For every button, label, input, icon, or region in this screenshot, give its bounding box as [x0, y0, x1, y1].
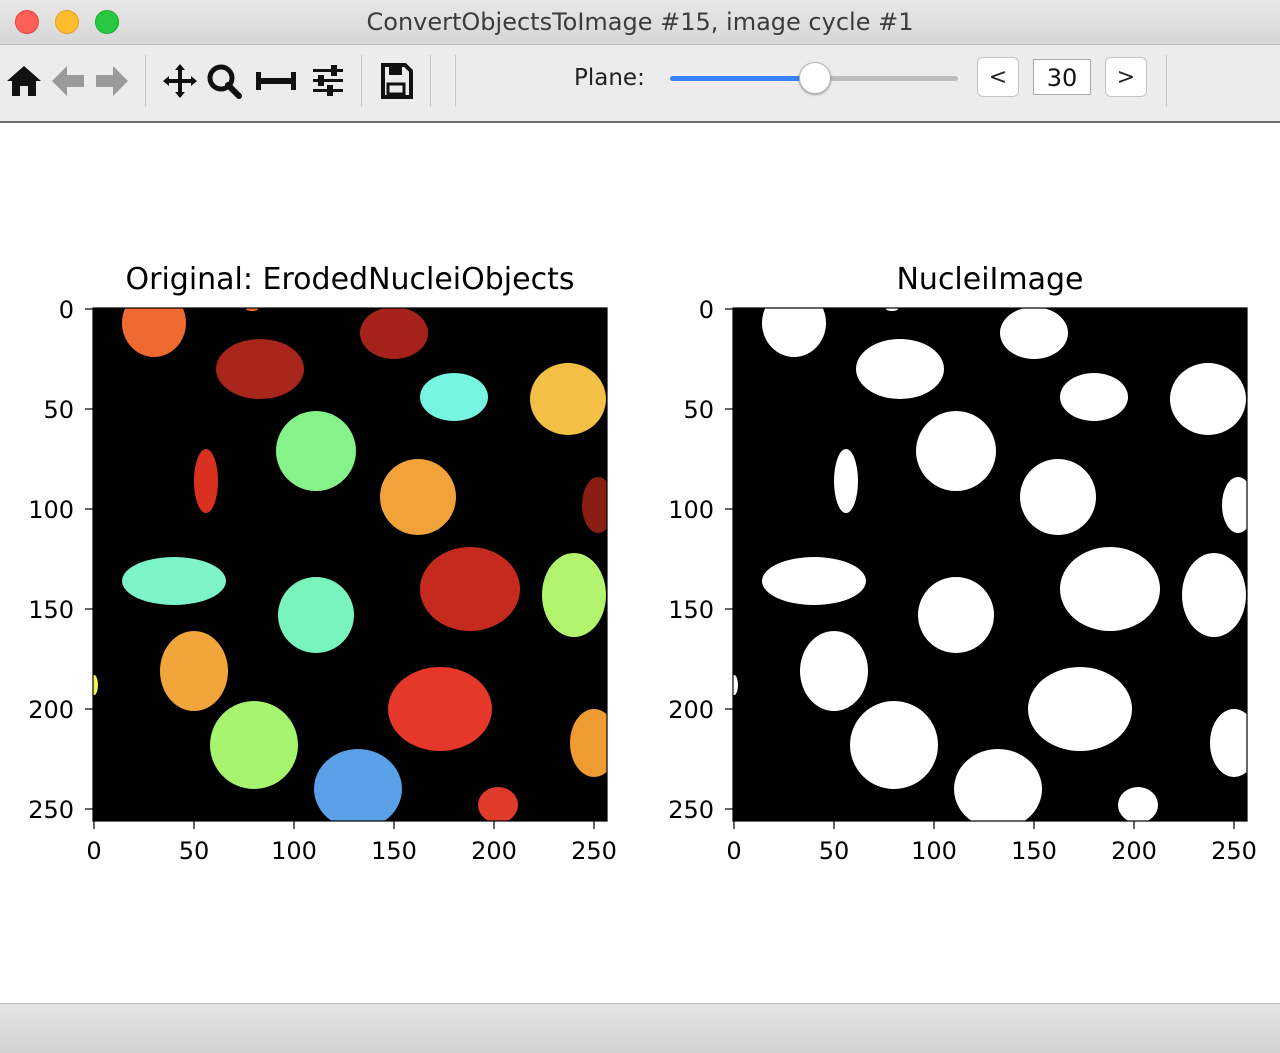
y-tick-label: 50: [683, 396, 714, 424]
toolbar-separator: [430, 55, 431, 107]
plane-slider-knob[interactable]: [799, 62, 831, 94]
x-tick-label: 100: [271, 837, 317, 865]
labeled-object: [530, 363, 606, 435]
y-tick-label: 100: [28, 496, 74, 524]
x-tick-label: 0: [726, 837, 741, 865]
x-tick-label: 200: [471, 837, 517, 865]
labeled-object: [570, 709, 607, 777]
y-tick-label: 50: [43, 396, 74, 424]
figure-canvas: Original: ErodedNucleiObjects NucleiImag…: [0, 123, 1280, 1003]
plane-slider-fill: [670, 76, 814, 81]
customize-icon[interactable]: [306, 59, 350, 103]
labeled-object: [314, 749, 402, 821]
y-tick-label: 0: [699, 296, 714, 324]
mask-object: [1170, 363, 1246, 435]
title-bar: ConvertObjectsToImage #15, image cycle #…: [0, 0, 1280, 45]
x-tick-label: 50: [179, 837, 210, 865]
labeled-object: [278, 577, 354, 653]
y-tick-label: 200: [28, 696, 74, 724]
mask-object: [1060, 547, 1160, 631]
next-plane-button[interactable]: >: [1105, 57, 1147, 97]
labeled-object: [122, 557, 226, 605]
mask-object: [1028, 667, 1132, 751]
plane-slider[interactable]: [670, 62, 958, 94]
labeled-object: [388, 667, 492, 751]
mask-object: [1222, 477, 1247, 533]
mask-object: [918, 577, 994, 653]
right-axes-title: NucleiImage: [896, 262, 1083, 297]
pan-icon[interactable]: [158, 59, 202, 103]
mask-object: [1060, 373, 1128, 421]
x-tick-label: 250: [571, 837, 617, 865]
mask-object: [1210, 709, 1247, 777]
labeled-object: [160, 631, 228, 711]
mask-object: [800, 631, 868, 711]
y-tick-label: 150: [668, 596, 714, 624]
home-icon[interactable]: [2, 59, 46, 103]
save-icon[interactable]: [374, 59, 418, 103]
forward-arrow-icon[interactable]: [90, 59, 134, 103]
figure-svg[interactable]: Original: ErodedNucleiObjects NucleiImag…: [0, 123, 1280, 1003]
mask-object: [1000, 308, 1068, 359]
mask-object: [916, 411, 996, 491]
x-tick-label: 50: [819, 837, 850, 865]
y-tick-label: 250: [28, 796, 74, 824]
toolbar-separator: [361, 55, 362, 107]
back-arrow-icon[interactable]: [46, 59, 90, 103]
left-axes-title: Original: ErodedNucleiObjects: [126, 262, 575, 297]
toolbar-separator: [455, 55, 456, 107]
mask-object: [834, 449, 858, 513]
x-tick-label: 100: [911, 837, 957, 865]
mask-object: [1182, 553, 1246, 637]
labeled-object: [360, 308, 428, 359]
mask-object: [856, 339, 944, 399]
labeled-object: [380, 459, 456, 535]
mask-object: [1020, 459, 1096, 535]
plane-number-field[interactable]: 30: [1033, 59, 1091, 95]
window-title: ConvertObjectsToImage #15, image cycle #…: [366, 8, 914, 36]
labeled-object: [478, 787, 518, 821]
labeled-object: [194, 449, 218, 513]
labeled-object: [420, 547, 520, 631]
labeled-object: [582, 477, 607, 533]
zoom-icon[interactable]: [202, 59, 246, 103]
mask-object: [762, 557, 866, 605]
toolbar-separator: [145, 55, 146, 107]
labeled-object: [122, 308, 186, 357]
x-tick-label: 250: [1211, 837, 1257, 865]
x-tick-label: 150: [1011, 837, 1057, 865]
mask-object: [850, 701, 938, 789]
labeled-object: [276, 411, 356, 491]
mask-object: [954, 749, 1042, 821]
y-tick-label: 250: [668, 796, 714, 824]
labeled-object: [420, 373, 488, 421]
subplots-icon[interactable]: [254, 59, 298, 103]
y-tick-label: 0: [59, 296, 74, 324]
mask-object: [1118, 787, 1158, 821]
previous-plane-button[interactable]: <: [977, 57, 1019, 97]
y-tick-label: 200: [668, 696, 714, 724]
x-tick-label: 200: [1111, 837, 1157, 865]
labeled-object: [216, 339, 304, 399]
y-tick-label: 100: [668, 496, 714, 524]
mask-object: [733, 675, 738, 695]
x-tick-label: 150: [371, 837, 417, 865]
y-tick-label: 150: [28, 596, 74, 624]
toolbar-separator: [1166, 55, 1167, 107]
labeled-object: [542, 553, 606, 637]
labeled-object: [210, 701, 298, 789]
x-tick-label: 0: [86, 837, 101, 865]
plane-label: Plane:: [574, 65, 645, 91]
labeled-object: [93, 675, 98, 695]
toolbar: Plane: < 30 >: [0, 45, 1280, 123]
mask-object: [762, 308, 826, 357]
status-bar: [0, 1003, 1280, 1053]
